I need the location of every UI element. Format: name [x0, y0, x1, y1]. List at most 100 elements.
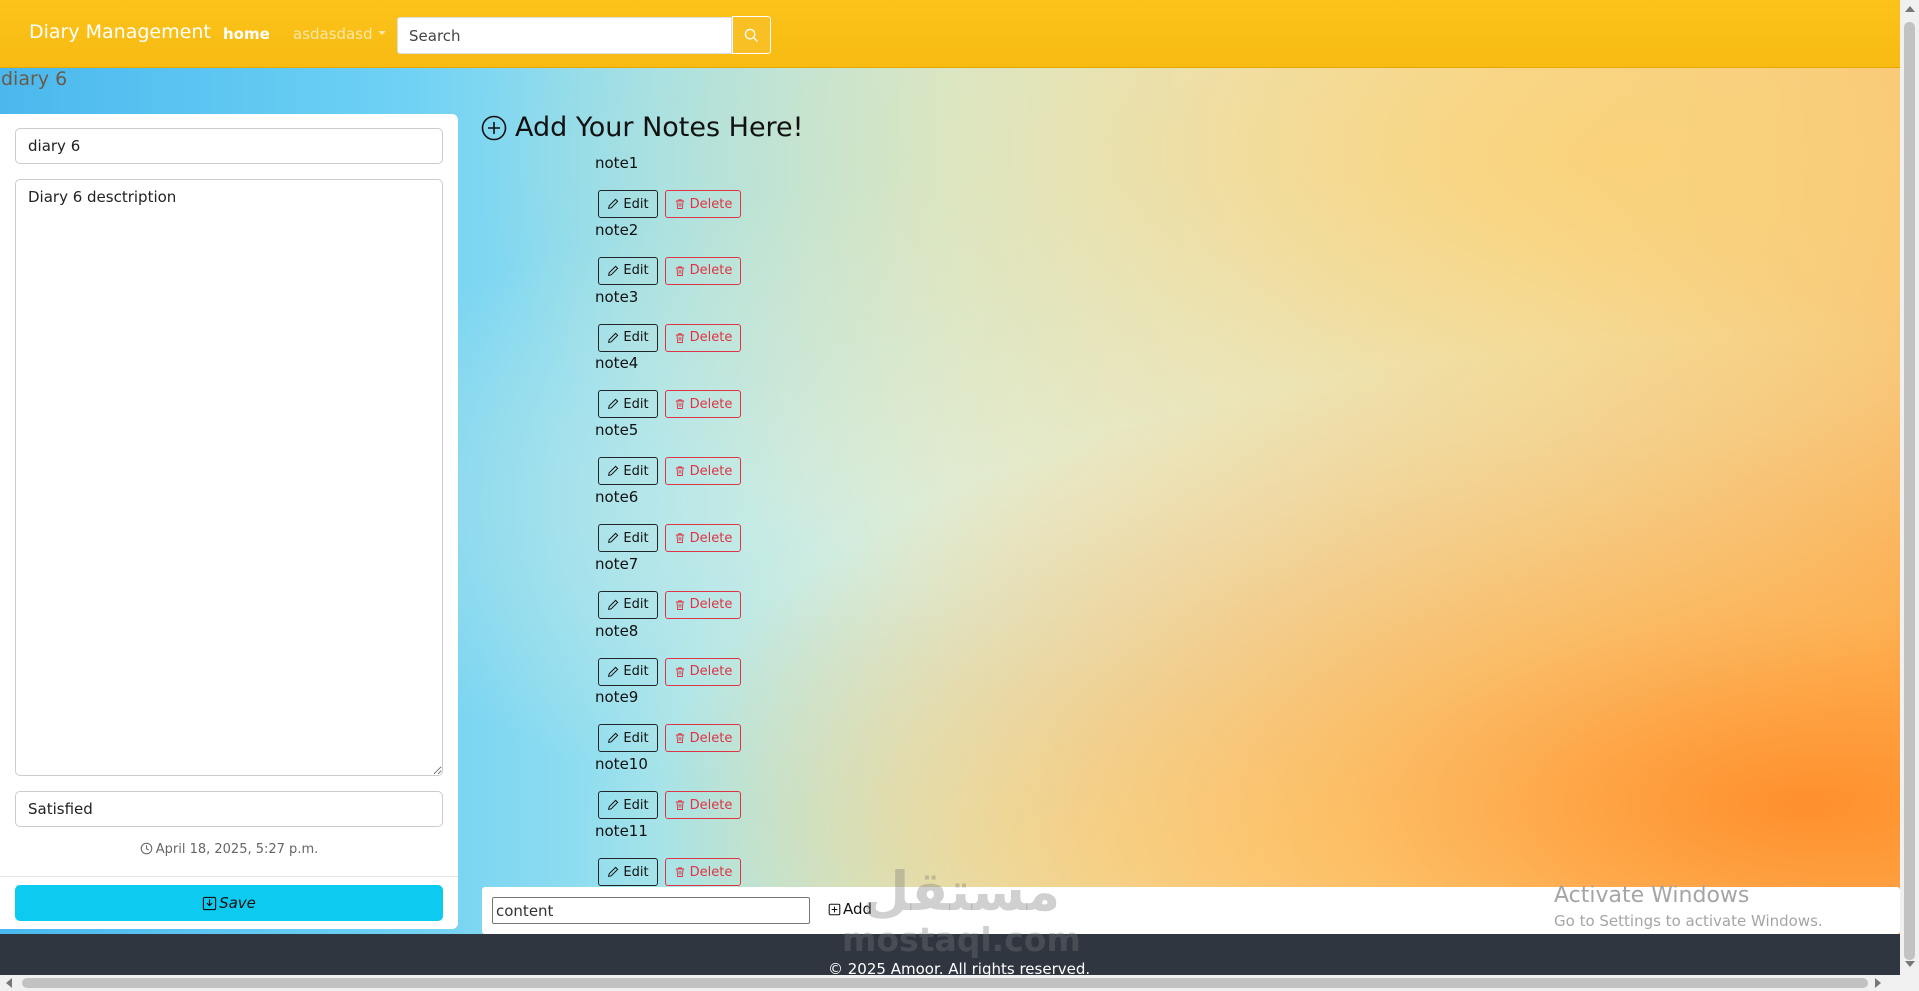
note-edit-button[interactable]: Edit [598, 724, 658, 753]
edit-label: Edit [623, 463, 649, 479]
edit-label: Edit [623, 797, 649, 813]
pencil-icon [608, 265, 619, 276]
pencil-icon [608, 666, 619, 677]
note-content-input[interactable] [492, 897, 810, 924]
note-edit-button[interactable]: Edit [598, 858, 658, 886]
note-title: note8 [595, 621, 639, 640]
delete-label: Delete [689, 664, 733, 680]
note-title: note1 [595, 154, 639, 172]
note-edit-button[interactable]: Edit [598, 457, 658, 486]
pencil-icon [608, 465, 619, 477]
note-delete-button[interactable]: Delete [665, 190, 741, 218]
note-title: note3 [595, 287, 639, 306]
pencil-icon [608, 599, 619, 610]
note-delete-button[interactable]: Delete [665, 724, 741, 753]
delete-label: Delete [689, 263, 733, 279]
pencil-icon [608, 332, 619, 343]
pencil-icon [608, 532, 619, 543]
edit-label: Edit [623, 330, 649, 346]
note-delete-button[interactable]: Delete [665, 457, 741, 486]
edit-label: Edit [623, 864, 649, 880]
save-icon [202, 896, 217, 910]
delete-label: Delete [689, 864, 733, 880]
note-title: note11 [595, 822, 648, 840]
notes-title: Add Your Notes Here! [481, 112, 804, 143]
vertical-scrollbar[interactable] [1900, 0, 1919, 975]
edit-label: Edit [623, 664, 649, 680]
search-button[interactable] [732, 16, 771, 54]
note-title: note2 [595, 220, 639, 239]
pencil-icon [608, 399, 619, 410]
clock-icon [140, 842, 153, 855]
trash-icon [675, 733, 684, 744]
pencil-icon [608, 733, 619, 744]
trash-icon [675, 533, 684, 543]
note-delete-button[interactable]: Delete [665, 657, 741, 686]
edit-label: Edit [623, 597, 649, 613]
edit-label: Edit [623, 396, 649, 412]
scroll-right-arrow-icon[interactable] [1875, 978, 1881, 988]
vertical-scroll-thumb[interactable] [1904, 22, 1915, 960]
watermark-arabic: مستقل [862, 860, 1061, 923]
diary-title-input[interactable] [15, 128, 443, 164]
edit-label: Edit [623, 530, 649, 546]
trash-icon [675, 266, 684, 276]
trash-icon [675, 399, 684, 410]
note-edit-button[interactable]: Edit [598, 791, 658, 820]
diary-heading: diary 6 [1, 68, 68, 90]
plus-square-icon [828, 903, 841, 915]
edit-label: Edit [623, 196, 649, 212]
search-input[interactable] [397, 17, 732, 54]
diary-date: April 18, 2025, 5:27 p.m. [0, 842, 458, 857]
trash-icon [675, 199, 684, 209]
horizontal-scrollbar[interactable] [0, 975, 1919, 991]
search-icon [744, 28, 759, 42]
diary-description-textarea[interactable]: Diary 6 desctription [15, 179, 443, 776]
diary-mood-input[interactable] [15, 791, 443, 827]
note-delete-button[interactable]: Delete [665, 590, 741, 619]
note-edit-button[interactable]: Edit [598, 390, 658, 419]
notes-title-text: Add Your Notes Here! [515, 112, 804, 143]
pencil-icon [608, 866, 619, 877]
delete-label: Delete [689, 396, 733, 412]
note-edit-button[interactable]: Edit [598, 657, 658, 686]
trash-icon [675, 867, 684, 877]
scroll-down-arrow-icon[interactable] [1905, 961, 1915, 967]
activate-windows-overlay: Activate Windows Go to Settings to activ… [1554, 883, 1823, 930]
delete-label: Delete [689, 463, 733, 479]
brand-link[interactable]: Diary Management [29, 21, 211, 43]
delete-label: Delete [689, 196, 733, 212]
note-delete-button[interactable]: Delete [665, 858, 741, 886]
plus-circle-icon [481, 115, 507, 140]
note-edit-button[interactable]: Edit [598, 256, 658, 285]
note-edit-button[interactable]: Edit [598, 590, 658, 619]
user-dropdown[interactable]: asdasdasd [293, 25, 373, 43]
note-title: note6 [595, 488, 639, 506]
note-edit-button[interactable]: Edit [598, 524, 658, 552]
note-delete-button[interactable]: Delete [665, 791, 741, 820]
horizontal-scroll-thumb[interactable] [22, 978, 1868, 988]
edit-label: Edit [623, 730, 649, 746]
delete-label: Delete [689, 797, 733, 813]
delete-label: Delete [689, 597, 733, 613]
edit-label: Edit [623, 263, 649, 279]
note-edit-button[interactable]: Edit [598, 323, 658, 352]
note-edit-button[interactable]: Edit [598, 190, 658, 218]
trash-icon [675, 800, 684, 811]
diary-date-text: April 18, 2025, 5:27 p.m. [155, 842, 319, 857]
note-delete-button[interactable]: Delete [665, 524, 741, 552]
save-label: Save [219, 894, 256, 912]
save-button[interactable]: Save [15, 885, 443, 921]
scroll-up-arrow-icon[interactable] [1905, 6, 1915, 12]
note-delete-button[interactable]: Delete [665, 390, 741, 419]
nav-home-link[interactable]: home [223, 25, 270, 43]
trash-icon [675, 600, 684, 610]
note-delete-button[interactable]: Delete [665, 323, 741, 352]
note-title: note9 [595, 688, 639, 707]
navbar: Diary Management home asdasdasd [0, 0, 1900, 68]
activate-windows-title: Activate Windows [1554, 883, 1750, 908]
scroll-left-arrow-icon[interactable] [6, 978, 12, 988]
activate-windows-subtitle: Go to Settings to activate Windows. [1554, 912, 1823, 930]
note-delete-button[interactable]: Delete [665, 256, 741, 285]
trash-icon [675, 667, 684, 677]
